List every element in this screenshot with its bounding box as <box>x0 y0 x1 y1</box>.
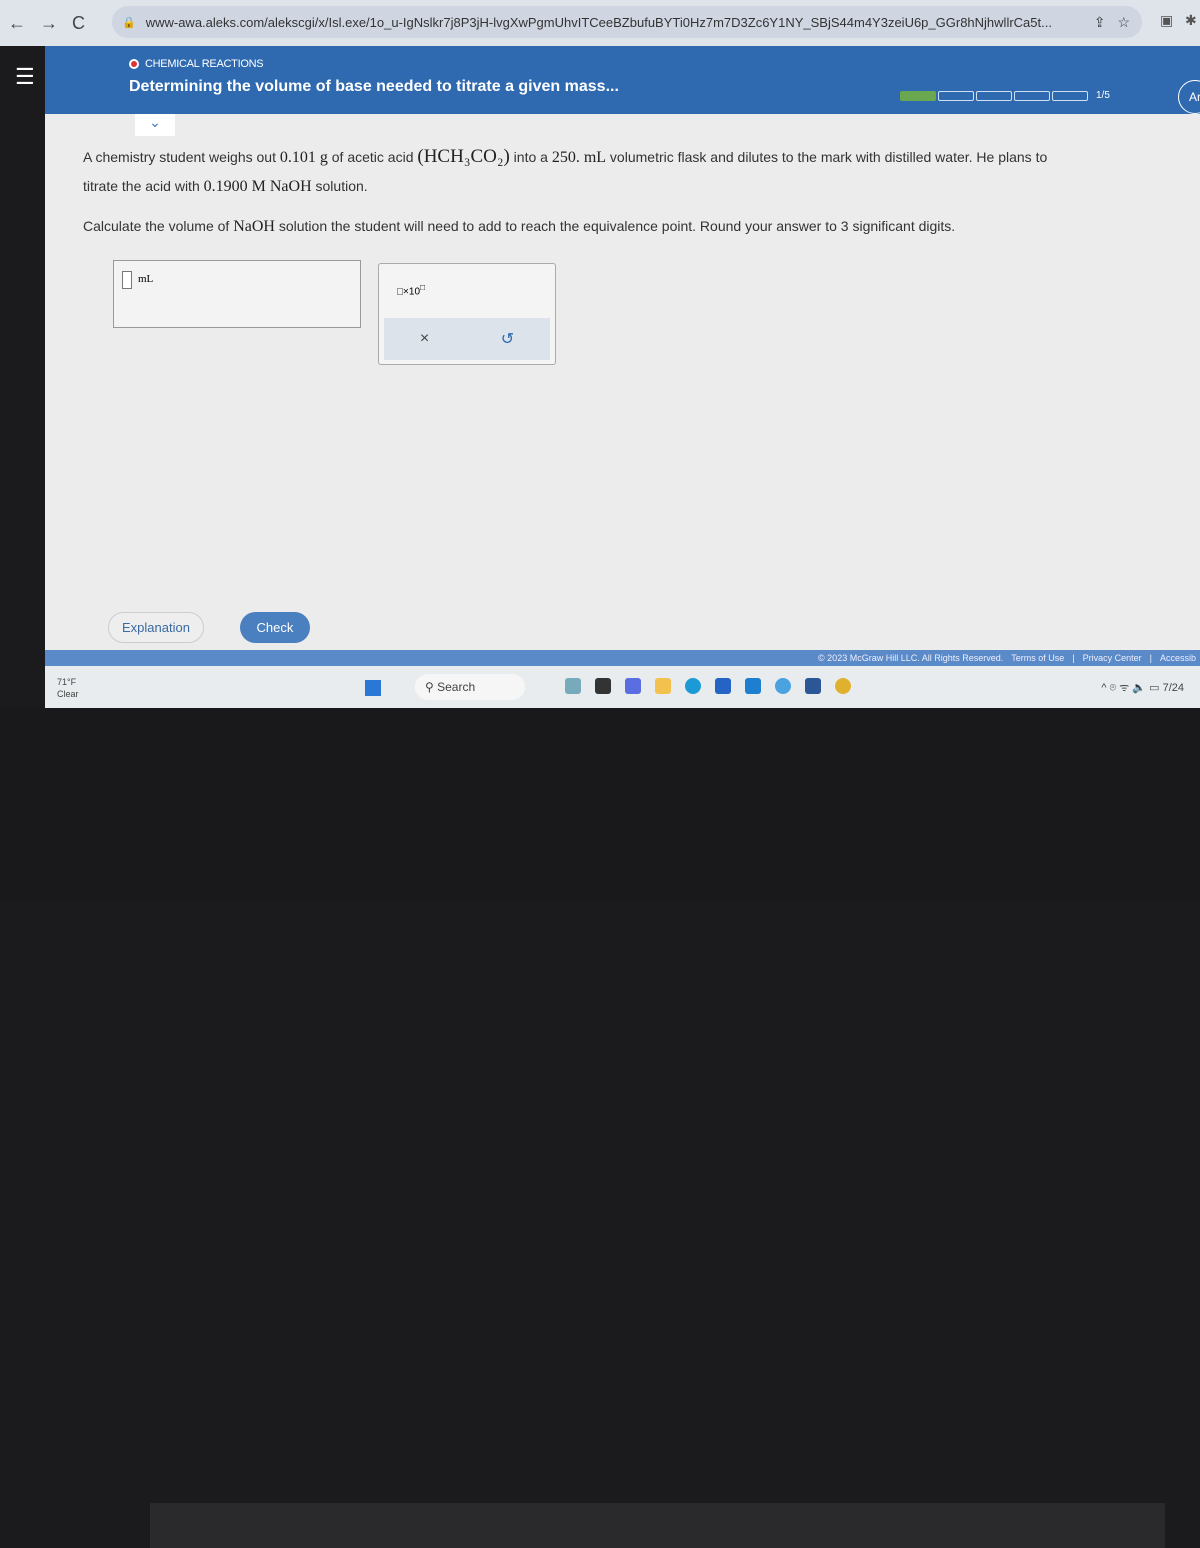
browser-toolbar: ← → C 🔒 www-awa.aleks.com/alekscgi/x/Isl… <box>0 0 1200 46</box>
explanation-button[interactable]: Explanation <box>108 612 204 643</box>
scientific-notation-button[interactable]: □×10□ <box>397 282 425 297</box>
progress-segment <box>900 90 936 101</box>
progress-label: 1/5 <box>1096 90 1110 101</box>
page-footer: © 2023 McGraw Hill LLC. All Rights Reser… <box>45 650 1200 666</box>
answer-unit: mL <box>138 273 154 285</box>
taskbar: 71°F Clear ⚲ Search ^ ⌾ ᯤ 🔈 ▭ 7/24 <box>45 666 1200 708</box>
clear-button[interactable]: × <box>420 330 429 348</box>
progress-segment <box>938 90 974 101</box>
star-icon[interactable]: ☆ <box>1117 14 1130 31</box>
chevron-down-icon[interactable]: ⌄ <box>135 114 175 136</box>
question-line-3: Calculate the volume of NaOH solution th… <box>83 218 956 235</box>
edge-icon[interactable] <box>685 678 701 694</box>
page-title: Determining the volume of base needed to… <box>129 78 619 95</box>
extension-icon[interactable]: ▣ <box>1160 12 1173 29</box>
app-icon[interactable] <box>595 678 611 694</box>
progress-bar: 1/5 <box>900 90 1110 101</box>
file-explorer-icon[interactable] <box>655 678 671 694</box>
url-text: www-awa.aleks.com/alekscgi/x/Isl.exe/1o_… <box>145 14 1052 30</box>
copyright: © 2023 McGraw Hill LLC. All Rights Reser… <box>818 653 1004 663</box>
question-line-2: titrate the acid with 0.1900 M NaOH solu… <box>83 178 368 195</box>
extensions-puzzle-icon[interactable]: ✱ <box>1185 12 1197 29</box>
address-bar[interactable]: 🔒 www-awa.aleks.com/alekscgi/x/Isl.exe/1… <box>112 6 1142 38</box>
weather-widget[interactable]: 71°F Clear <box>57 676 79 700</box>
forward-icon[interactable]: → <box>40 13 58 34</box>
windows-start-icon[interactable] <box>365 680 381 696</box>
progress-segment <box>1014 90 1050 101</box>
system-tray[interactable]: ^ ⌾ ᯤ 🔈 ▭ 7/24 <box>1101 680 1184 695</box>
progress-segment <box>1052 90 1088 101</box>
chat-app-icon[interactable] <box>625 678 641 694</box>
accessibility-link[interactable]: Accessib <box>1160 653 1196 663</box>
laptop-bezel <box>0 708 1200 1548</box>
back-icon[interactable]: ← <box>8 13 26 34</box>
topic-header: ☰ CHEMICAL REACTIONS Determining the vol… <box>15 46 1200 114</box>
files-app-icon[interactable] <box>565 678 581 694</box>
math-tool-palette: □×10□ × ↺ <box>378 263 556 365</box>
question-panel: ⌄ A chemistry student weighs out 0.101 g… <box>45 114 1200 650</box>
progress-segment <box>976 90 1012 101</box>
lock-icon: 🔒 <box>122 16 136 29</box>
check-button[interactable]: Check <box>239 612 310 643</box>
topic-status-icon <box>129 59 139 69</box>
topic-label: CHEMICAL REACTIONS <box>129 58 264 70</box>
undo-button[interactable]: ↺ <box>501 329 514 349</box>
mail-icon[interactable] <box>745 678 761 694</box>
store-icon[interactable] <box>715 678 731 694</box>
answer-box: mL <box>113 260 361 328</box>
chrome-icon[interactable] <box>835 678 851 694</box>
menu-icon[interactable]: ☰ <box>15 64 35 90</box>
reload-icon[interactable]: C <box>72 13 85 34</box>
taskbar-search[interactable]: ⚲ Search <box>415 674 525 700</box>
question-line-1: A chemistry student weighs out 0.101 g o… <box>83 146 1048 167</box>
word-icon[interactable] <box>805 678 821 694</box>
share-icon[interactable]: ⇪ <box>1094 14 1106 31</box>
copilot-icon[interactable] <box>775 678 791 694</box>
topic-name: CHEMICAL REACTIONS <box>145 58 264 70</box>
avatar[interactable]: Ar <box>1178 80 1200 114</box>
answer-input[interactable] <box>122 271 132 289</box>
privacy-link[interactable]: Privacy Center <box>1083 653 1142 663</box>
terms-link[interactable]: Terms of Use <box>1011 653 1064 663</box>
